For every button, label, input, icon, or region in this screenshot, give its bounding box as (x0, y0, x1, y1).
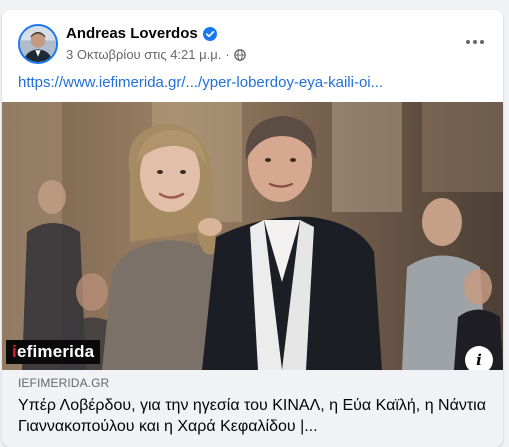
more-options-icon[interactable] (461, 32, 489, 52)
info-icon-glyph: i (476, 351, 482, 369)
meta-separator: · (225, 47, 230, 62)
more-dot (480, 40, 484, 44)
more-dot (473, 40, 477, 44)
post-card: Andreas Loverdos 3 Οκτωβρίου στις 4:21 μ… (2, 10, 503, 447)
preview-domain: IEFIMERIDA.GR (18, 376, 110, 390)
globe-icon[interactable] (233, 48, 246, 61)
verified-badge-icon (202, 26, 217, 41)
post-meta: 3 Οκτωβρίου στις 4:21 μ.μ. · (66, 47, 246, 62)
author-row: Andreas Loverdos (66, 25, 217, 42)
post-header: Andreas Loverdos 3 Οκτωβρίου στις 4:21 μ… (2, 10, 503, 68)
preview-title: Υπέρ Λοβέρδου, για την ηγεσία του ΚΙΝΑΛ,… (18, 397, 486, 435)
info-icon[interactable]: i (465, 346, 493, 370)
more-dot (466, 40, 470, 44)
iefimerida-logo: i efimerida (6, 340, 101, 364)
author-avatar[interactable] (18, 24, 58, 64)
news-photo (2, 102, 503, 370)
avatar-portrait-icon (20, 26, 56, 62)
link-preview-image[interactable]: i efimerida i (2, 102, 503, 370)
logo-text: efimerida (16, 342, 95, 361)
post-timestamp[interactable]: 3 Οκτωβρίου στις 4:21 μ.μ. (66, 47, 221, 62)
author-name[interactable]: Andreas Loverdos (66, 25, 198, 42)
link-preview-caption[interactable]: IEFIMERIDA.GR Υπέρ Λοβέρδου, για την ηγε… (2, 370, 503, 447)
post-link[interactable]: https://www.iefimerida.gr/.../yper-lober… (18, 74, 383, 91)
